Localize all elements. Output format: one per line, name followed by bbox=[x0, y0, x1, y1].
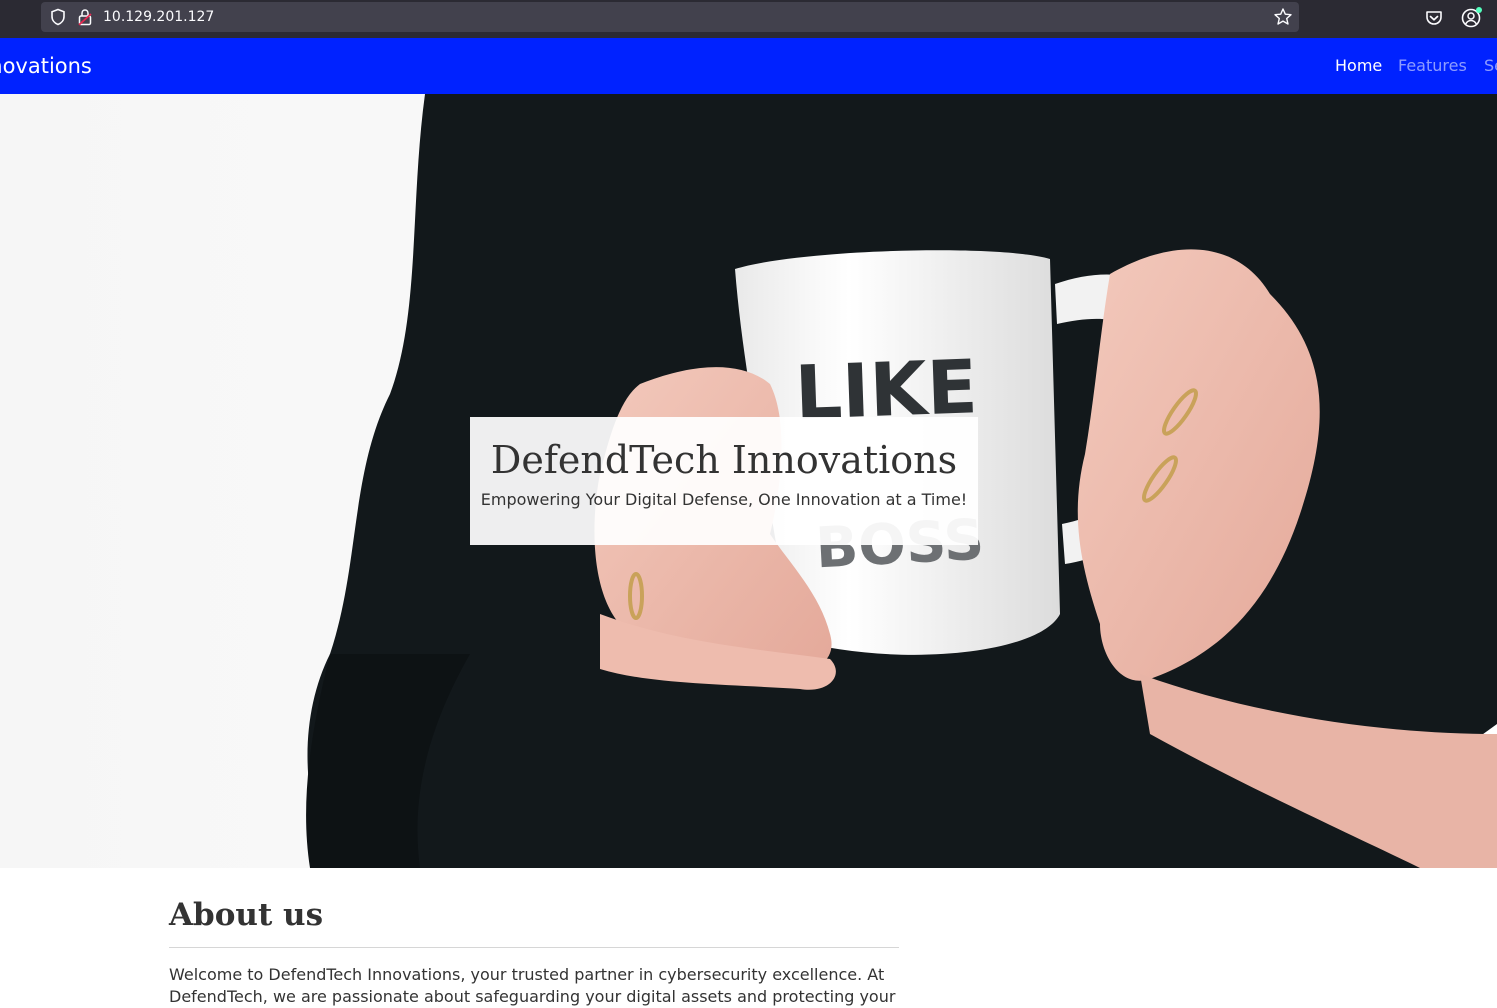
address-bar[interactable]: 10.129.201.127 bbox=[41, 2, 1299, 32]
nav-link-home[interactable]: Home bbox=[1335, 55, 1382, 77]
star-icon[interactable] bbox=[1273, 7, 1293, 27]
hero-title: DefendTech Innovations bbox=[490, 438, 958, 482]
nav-link-services[interactable]: Services bbox=[1484, 55, 1497, 77]
hero-card: DefendTech Innovations Empowering Your D… bbox=[470, 417, 978, 545]
navbar-brand[interactable]: DefendTech Innovations bbox=[0, 52, 92, 80]
site-navbar: DefendTech Innovations Home Features Ser… bbox=[0, 38, 1497, 94]
pocket-icon[interactable] bbox=[1424, 8, 1444, 28]
nav-link-features[interactable]: Features bbox=[1398, 55, 1467, 77]
lock-icon[interactable] bbox=[77, 8, 93, 26]
notification-dot bbox=[1476, 7, 1482, 13]
about-divider bbox=[169, 947, 899, 948]
url-text[interactable]: 10.129.201.127 bbox=[103, 8, 214, 26]
hero-section: LIKE BOSS DefendTech Innovations Empower… bbox=[0, 94, 1497, 868]
hero-subtitle: Empowering Your Digital Defense, One Inn… bbox=[480, 490, 968, 509]
shield-icon[interactable] bbox=[49, 8, 67, 26]
account-icon[interactable] bbox=[1460, 7, 1482, 29]
about-section: About us Welcome to DefendTech Innovatio… bbox=[169, 868, 899, 1008]
browser-toolbar: 10.129.201.127 bbox=[0, 0, 1497, 38]
about-heading: About us bbox=[169, 897, 324, 933]
about-text: Welcome to DefendTech Innovations, your … bbox=[169, 965, 896, 1006]
